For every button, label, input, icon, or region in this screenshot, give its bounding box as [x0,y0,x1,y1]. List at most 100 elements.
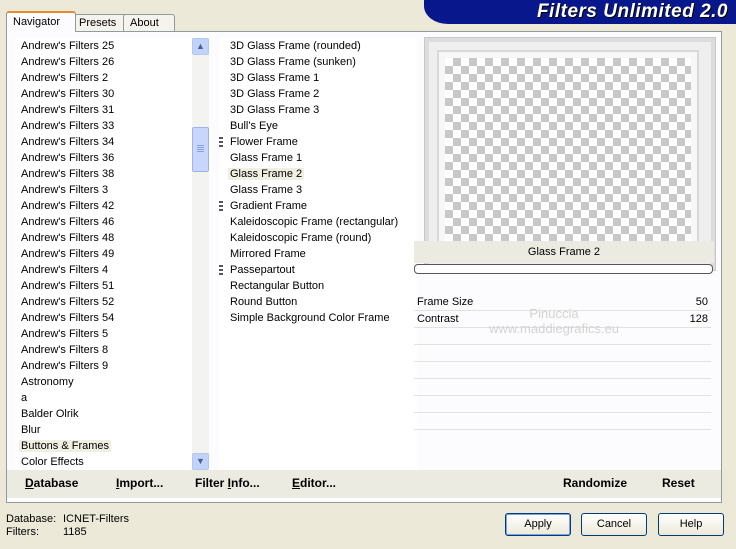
category-item-label: Andrew's Filters 48 [21,232,115,244]
category-item-label: Andrew's Filters 51 [21,280,115,292]
filter-item[interactable]: 3D Glass Frame (sunken) [219,54,417,70]
category-item-label: Balder Olrik [21,408,79,420]
category-item-label: Astronomy [21,376,74,388]
randomize-button[interactable]: Randomize [563,476,627,490]
app-banner: Filters Unlimited 2.0 [424,0,736,24]
selected-filter-title: Glass Frame 2 [414,241,714,263]
watermark-line2: www.maddiegrafics.eu [488,321,620,336]
category-item[interactable]: Andrew's Filters 51 [15,278,197,294]
param-row-empty [414,379,711,396]
chevron-down-icon[interactable]: ▼ [192,453,209,470]
category-item-label: Andrew's Filters 4 [21,264,109,276]
filter-item-label: Kaleidoscopic Frame (rectangular) [230,216,399,228]
grip-icon [219,201,223,212]
category-item[interactable]: Andrew's Filters 36 [15,150,197,166]
category-item[interactable]: Andrew's Filters 52 [15,294,197,310]
category-list[interactable]: Andrew's Filters 25 Andrew's Filters 26 An… [15,38,197,470]
category-item[interactable]: Andrew's Filters 2 [15,70,197,86]
category-item[interactable]: Astronomy [15,374,197,390]
category-item[interactable]: Buttons & Frames [15,438,197,454]
category-item[interactable]: Andrew's Filters 31 [15,102,197,118]
category-item[interactable]: Color Effects [15,454,197,470]
filter-item[interactable]: Simple Background Color Frame [219,310,417,326]
category-item[interactable]: a [15,390,197,406]
category-item-label: Andrew's Filters 52 [21,296,115,308]
category-item[interactable]: Andrew's Filters 33 [15,118,197,134]
help-button[interactable]: Help [658,513,724,536]
filter-item[interactable]: Glass Frame 2 [219,166,417,182]
category-item[interactable]: Andrew's Filters 9 [15,358,197,374]
watermark-line1: Pinuccia [529,306,579,321]
tab-navigator[interactable]: Navigator [6,11,76,32]
filter-item[interactable]: Flower Frame [219,134,417,150]
filter-list[interactable]: 3D Glass Frame (rounded) 3D Glass Frame (… [219,38,417,470]
scrollbar-thumb[interactable] [192,127,209,172]
apply-button[interactable]: Apply [505,513,571,536]
category-item[interactable]: Andrew's Filters 25 [15,38,197,54]
app-title: Filters Unlimited 2.0 [536,1,728,22]
category-item[interactable]: Balder Olrik [15,406,197,422]
reset-button[interactable]: Reset [662,476,695,490]
filter-item[interactable]: 3D Glass Frame (rounded) [219,38,417,54]
tab-about[interactable]: About [123,14,175,31]
category-item[interactable]: Andrew's Filters 26 [15,54,197,70]
category-item[interactable]: Blur [15,422,197,438]
filter-item[interactable]: 3D Glass Frame 3 [219,102,417,118]
filter-item-label: Passepartout [230,264,295,276]
filter-item-label: Flower Frame [230,136,298,148]
category-item[interactable]: Andrew's Filters 4 [15,262,197,278]
filter-item[interactable]: 3D Glass Frame 1 [219,70,417,86]
filter-item-label: Gradient Frame [230,200,308,212]
filter-item[interactable]: Glass Frame 1 [219,150,417,166]
category-item[interactable]: Andrew's Filters 30 [15,86,197,102]
filter-item[interactable]: Rectangular Button [219,278,417,294]
filter-item[interactable]: Gradient Frame [219,198,417,214]
filter-item-label: 3D Glass Frame (sunken) [230,56,356,68]
filter-item-label: Glass Frame 3 [230,184,303,196]
category-item-label: Andrew's Filters 34 [21,136,115,148]
filters-count-label: Filters: [6,526,39,538]
category-item[interactable]: Andrew's Filters 5 [15,326,197,342]
preview-checkerboard [445,58,691,248]
category-item-label: Andrew's Filters 8 [21,344,109,356]
tab-presets[interactable]: Presets [72,14,130,31]
filter-item[interactable]: Passepartout [219,262,417,278]
param-row-empty [414,413,711,430]
grip-icon [219,265,223,276]
param-row-empty [414,362,711,379]
import-button[interactable]: Import... [116,476,163,490]
filter-item[interactable]: 3D Glass Frame 2 [219,86,417,102]
database-value: ICNET-Filters [63,513,129,525]
chevron-up-icon[interactable]: ▲ [192,38,209,55]
category-item[interactable]: Andrew's Filters 3 [15,182,197,198]
category-item[interactable]: Andrew's Filters 46 [15,214,197,230]
filter-item[interactable]: Kaleidoscopic Frame (rectangular) [219,214,417,230]
filter-item-label: 3D Glass Frame 3 [230,104,320,116]
preview-area [424,37,716,271]
filter-item[interactable]: Round Button [219,294,417,310]
filter-item-label: Simple Background Color Frame [230,312,390,324]
category-item[interactable]: Andrew's Filters 49 [15,246,197,262]
cancel-button[interactable]: Cancel [581,513,647,536]
category-scrollbar[interactable]: ▲ ▼ [192,38,209,470]
database-button[interactable]: Database [25,476,78,490]
category-item-label: Andrew's Filters 46 [21,216,115,228]
category-item-label: Andrew's Filters 49 [21,248,115,260]
category-item[interactable]: Andrew's Filters 42 [15,198,197,214]
filter-item-label: Glass Frame 2 [228,168,305,180]
category-item[interactable]: Andrew's Filters 34 [15,134,197,150]
filters-count-value: 1185 [63,526,87,538]
category-item[interactable]: Andrew's Filters 8 [15,342,197,358]
filter-item[interactable]: Mirrored Frame [219,246,417,262]
filter-item[interactable]: Kaleidoscopic Frame (round) [219,230,417,246]
filter-info-button[interactable]: Filter Info... [195,476,260,490]
category-item[interactable]: Andrew's Filters 54 [15,310,197,326]
category-item[interactable]: Andrew's Filters 48 [15,230,197,246]
filter-item[interactable]: Glass Frame 3 [219,182,417,198]
filter-item[interactable]: Bull's Eye [219,118,417,134]
editor-button[interactable]: Editor... [292,476,336,490]
category-item-label: Color Effects [21,456,84,468]
category-item[interactable]: Andrew's Filters 38 [15,166,197,182]
param-value: 128 [689,313,708,325]
category-item-label: Andrew's Filters 42 [21,200,115,212]
